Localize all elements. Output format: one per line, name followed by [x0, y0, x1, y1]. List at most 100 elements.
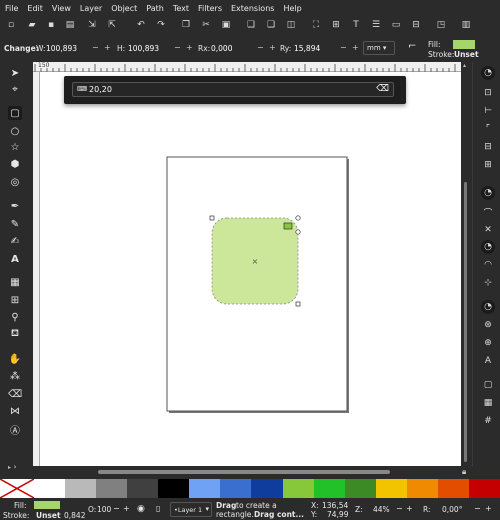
dropper-tool-icon[interactable]: ⚲: [8, 310, 22, 324]
print-icon[interactable]: ▤: [64, 19, 76, 31]
measure-tool-icon[interactable]: Ⓐ: [8, 422, 22, 437]
gradient-tool-icon[interactable]: ▦: [8, 275, 22, 289]
horizontal-scroll-thumb[interactable]: [98, 470, 390, 474]
connector-tool-icon[interactable]: ⋈: [8, 404, 22, 418]
snap-grid-icon[interactable]: ▦: [481, 396, 495, 410]
rotation-decrement-button[interactable]: −: [474, 504, 481, 513]
palette-swatch[interactable]: [189, 479, 221, 498]
clone-icon[interactable]: ❑: [265, 19, 277, 31]
rx-handle[interactable]: [283, 222, 293, 230]
menu-view[interactable]: View: [52, 4, 71, 13]
lock-icon[interactable]: ▯: [156, 504, 160, 513]
layer-dropdown[interactable]: •Layer 1 ▾: [170, 502, 212, 517]
snap-text-baseline-icon[interactable]: A: [481, 354, 495, 368]
selector-tool-icon[interactable]: ➤: [8, 66, 22, 80]
ry-input[interactable]: 15,894: [294, 44, 320, 53]
undo-icon[interactable]: ↶: [135, 19, 147, 31]
clear-icon[interactable]: ⌫: [376, 84, 389, 94]
redo-icon[interactable]: ↷: [155, 19, 167, 31]
palette-swatch[interactable]: [437, 479, 469, 498]
eye-icon[interactable]: ◉: [137, 504, 145, 514]
palette-swatch[interactable]: [406, 479, 438, 498]
align-icon[interactable]: ⊟: [410, 19, 422, 31]
palette-swatch[interactable]: [251, 479, 283, 498]
text-tool-icon[interactable]: T: [350, 19, 362, 31]
vertical-scroll-thumb[interactable]: [464, 182, 467, 462]
snap-cusp-nodes-icon[interactable]: ◔: [481, 240, 495, 254]
vertical-scrollbar[interactable]: ▴: [462, 62, 470, 466]
preferences-icon[interactable]: ◳: [435, 19, 447, 31]
no-color-swatch[interactable]: [0, 479, 34, 498]
pencil-tool-icon[interactable]: ✎: [8, 217, 22, 231]
node-tool-icon[interactable]: ⌖: [8, 82, 22, 96]
snap-page-border-icon[interactable]: ▢: [481, 378, 495, 392]
document-properties-icon[interactable]: ▥: [460, 19, 472, 31]
tweak-tool-icon[interactable]: ✋: [8, 352, 22, 366]
menu-layer[interactable]: Layer: [80, 4, 102, 13]
snap-paths-icon[interactable]: ⌒: [481, 205, 495, 219]
popup-input[interactable]: ⌨ 20,20 ⌫: [72, 82, 394, 97]
new-document-icon[interactable]: ▫: [5, 19, 17, 31]
palette-swatch[interactable]: [220, 479, 252, 498]
snap-intersections-icon[interactable]: ✕: [481, 223, 495, 237]
opacity-increment-button[interactable]: +: [123, 504, 130, 513]
scroll-up-icon[interactable]: ▴: [463, 62, 466, 69]
palette-swatch[interactable]: [96, 479, 128, 498]
width-input[interactable]: 100,893: [46, 44, 77, 53]
unlink-clone-icon[interactable]: ◫: [285, 19, 297, 31]
mesh-tool-icon[interactable]: ⊞: [8, 293, 22, 307]
not-rounded-icon[interactable]: ⌐: [408, 41, 416, 52]
lock-guides-icon[interactable]: 🔒︎: [462, 467, 466, 477]
copy-icon[interactable]: ❐: [180, 19, 192, 31]
rx-input[interactable]: 0,000: [211, 44, 232, 53]
snap-bbox-corners-icon[interactable]: ⌜: [481, 122, 495, 136]
spiral-tool-icon[interactable]: ◎: [8, 175, 22, 189]
export-icon[interactable]: ⇱: [106, 19, 118, 31]
snap-bbox-midpoints-icon[interactable]: ⊟: [481, 140, 495, 154]
width-increment-button[interactable]: +: [104, 43, 111, 52]
snap-others-icon[interactable]: ◔: [481, 300, 495, 314]
snap-guides-icon[interactable]: #: [481, 414, 495, 428]
snap-enable-icon[interactable]: ◔: [481, 66, 495, 80]
resize-handle-top-left[interactable]: [209, 215, 215, 221]
palette-swatch[interactable]: [375, 479, 407, 498]
pen-tool-icon[interactable]: ✒: [8, 199, 22, 213]
ry-handle[interactable]: [295, 229, 301, 235]
snap-centers-icon[interactable]: ⊛: [481, 318, 495, 332]
group-icon[interactable]: ⛶: [310, 19, 322, 31]
paste-icon[interactable]: ▣: [220, 19, 232, 31]
snap-bbox-centers-icon[interactable]: ⊞: [481, 158, 495, 172]
corner-handle-top-right[interactable]: [295, 215, 301, 221]
xml-editor-icon[interactable]: ▭: [390, 19, 402, 31]
menu-edit[interactable]: Edit: [27, 4, 43, 13]
menu-object[interactable]: Object: [111, 4, 137, 13]
width-decrement-button[interactable]: −: [92, 43, 99, 52]
palette-swatch[interactable]: [313, 479, 345, 498]
canvas[interactable]: ×: [40, 72, 461, 466]
scroll-left-icon[interactable]: ▸: [8, 464, 11, 471]
save-icon[interactable]: ▪: [45, 19, 57, 31]
zoom-decrement-button[interactable]: −: [396, 504, 403, 513]
palette-swatch[interactable]: [158, 479, 190, 498]
menu-file[interactable]: File: [5, 4, 18, 13]
opacity-input[interactable]: 100: [97, 505, 111, 514]
menu-filters[interactable]: Filters: [198, 4, 222, 13]
palette-swatch[interactable]: [468, 479, 500, 498]
menu-extensions[interactable]: Extensions: [231, 4, 274, 13]
ry-decrement-button[interactable]: −: [340, 43, 347, 52]
3d-box-tool-icon[interactable]: ⬢: [8, 157, 22, 171]
opacity-decrement-button[interactable]: −: [113, 504, 120, 513]
palette-swatch[interactable]: [344, 479, 376, 498]
rx-decrement-button[interactable]: −: [257, 43, 264, 52]
snap-bbox-icon[interactable]: ⊡: [481, 86, 495, 100]
rotation-increment-button[interactable]: +: [485, 504, 492, 513]
zoom-input[interactable]: 44%: [373, 505, 390, 514]
height-input[interactable]: 100,893: [128, 44, 159, 53]
stroke-width-value[interactable]: 0,842: [64, 511, 85, 520]
rx-increment-button[interactable]: +: [269, 43, 276, 52]
palette-swatch[interactable]: [127, 479, 159, 498]
menu-help[interactable]: Help: [283, 4, 301, 13]
import-icon[interactable]: ⇲: [86, 19, 98, 31]
resize-handle-bottom-right[interactable]: [295, 301, 301, 307]
rectangle-tool-icon[interactable]: ▢: [8, 106, 22, 120]
